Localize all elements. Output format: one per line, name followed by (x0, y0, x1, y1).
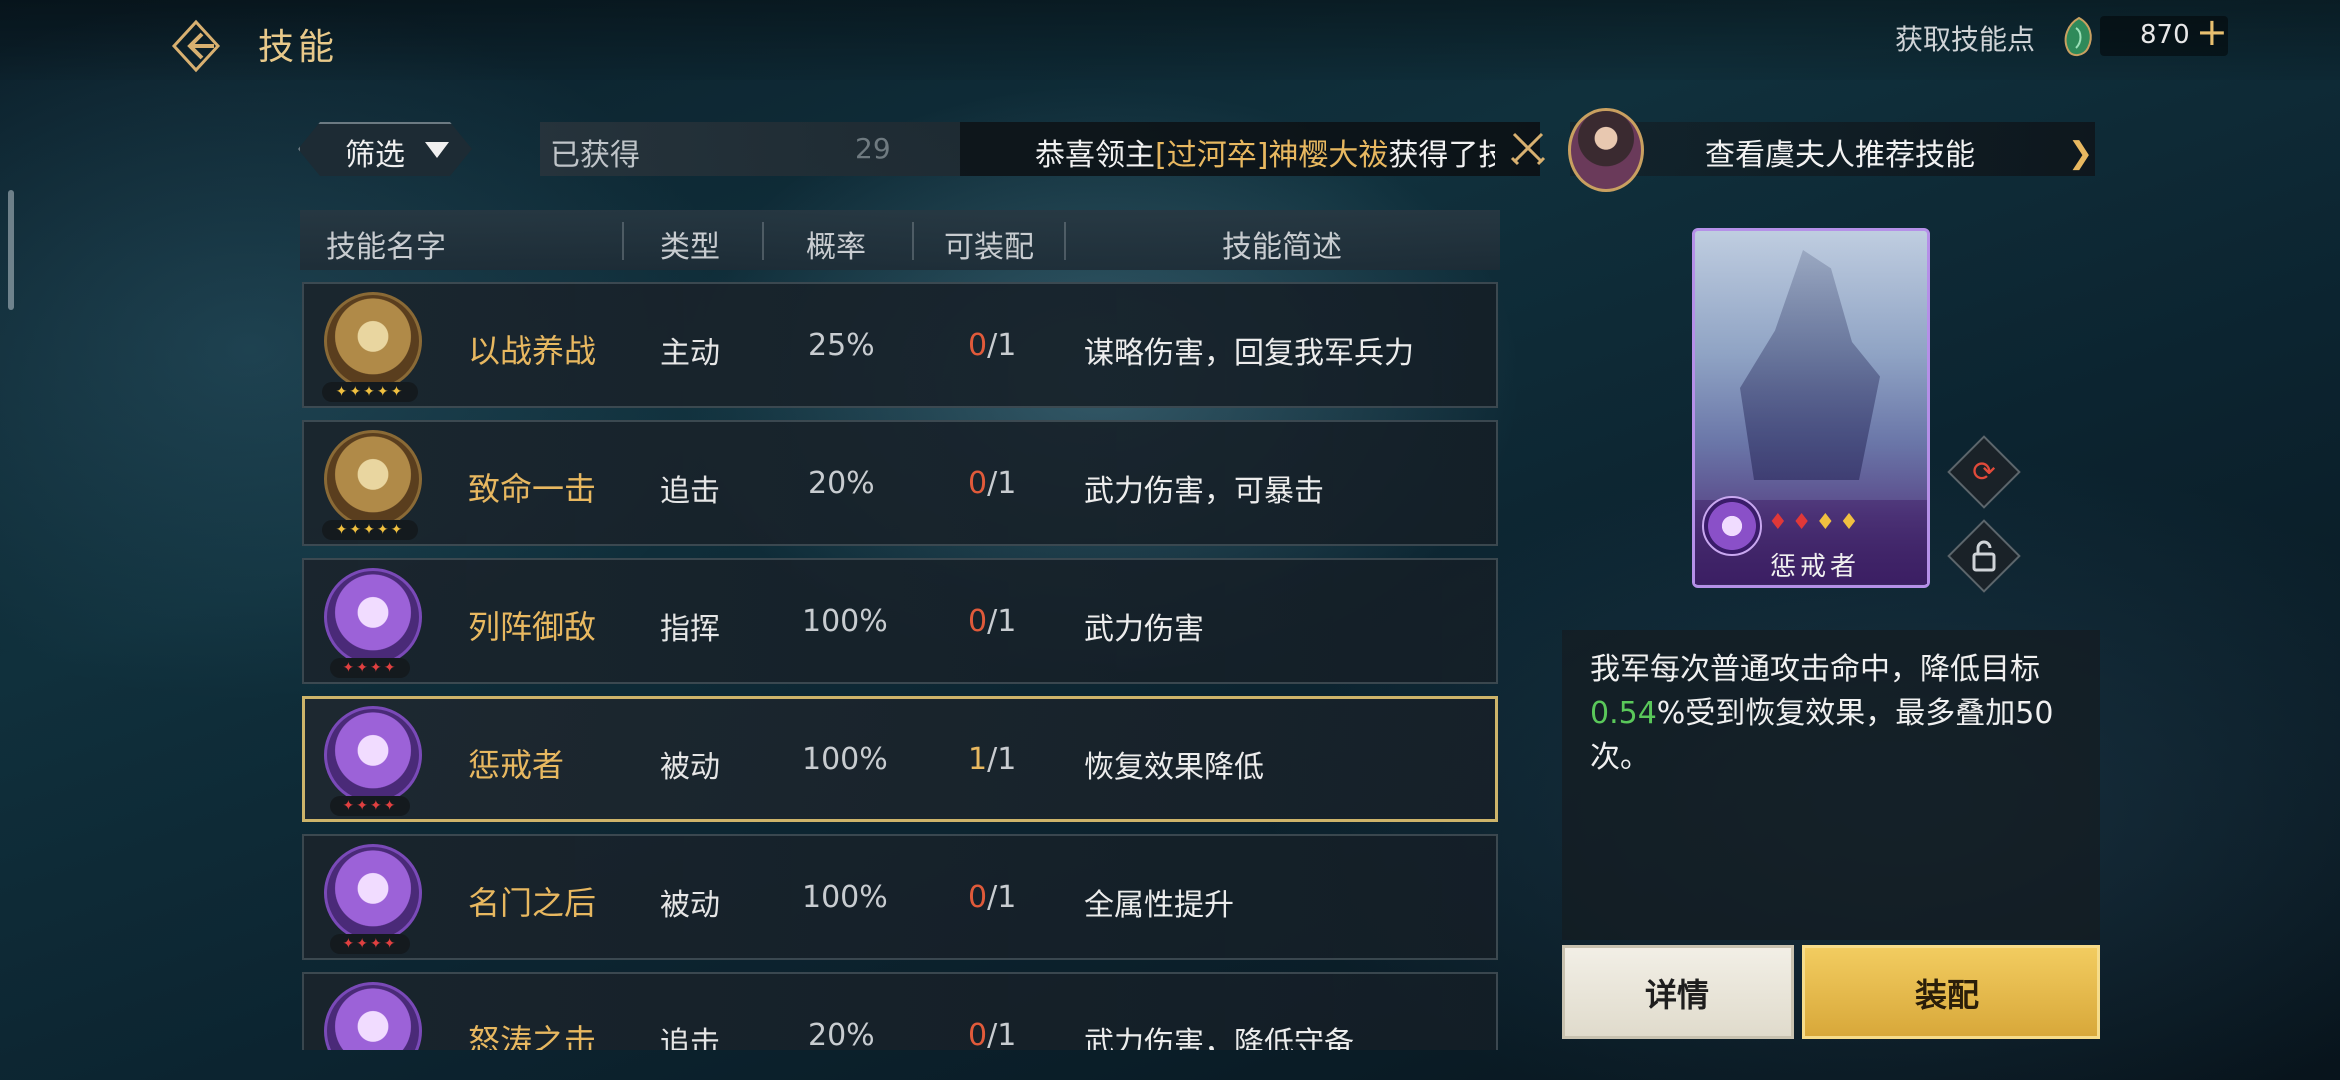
skill-type: 被动 (660, 888, 720, 923)
col-rate-header: 概率 (806, 230, 866, 265)
table-row-clip: 怒涛之击 追击 20% 0/1 武力伤害，降低守备 (302, 972, 1498, 1050)
col-type-header: 类型 (660, 230, 720, 265)
equip-count: 1/1 (968, 742, 1017, 777)
star-rating: ✦✦✦✦ (330, 796, 410, 816)
skill-type: 被动 (660, 750, 720, 785)
recommend-label[interactable]: 查看虞夫人推荐技能 (1705, 130, 1975, 174)
skill-points-value: 870 (2140, 20, 2190, 50)
col-name-header: 技能名字 (326, 230, 446, 265)
skill-points-label[interactable]: 获取技能点 (1895, 18, 2035, 58)
skill-description: 我军每次普通攻击命中，降低目标 0.54%受到恢复效果，最多叠加50次。 (1590, 652, 2054, 775)
filter-label: 筛选 (345, 138, 405, 173)
skill-archer-icon (324, 430, 422, 528)
skill-fist-icon (324, 706, 422, 804)
skill-summary: 全属性提升 (1084, 888, 1234, 923)
skill-fist-icon (1702, 496, 1762, 556)
back-arrow-icon[interactable] (168, 18, 224, 74)
advisor-avatar (1568, 108, 1644, 192)
skill-rate: 25% (808, 328, 875, 363)
star-rating: ✦✦✦✦✦ (322, 382, 418, 402)
chevron-right-icon: ❯ (2068, 136, 2094, 171)
skill-rate: 20% (808, 466, 875, 501)
announcement-text: 恭喜领主[过河卒]神樱大祓获得了技 (1035, 138, 1495, 173)
skill-name: 以战养战 (468, 332, 597, 370)
star-rating: ✦✦✦✦ (330, 934, 410, 954)
equip-count: 0/1 (968, 328, 1017, 363)
equip-count: 0/1 (968, 880, 1017, 915)
skill-name: 怒涛之击 (468, 1022, 597, 1050)
column-divider (1064, 222, 1066, 260)
skill-name: 名门之后 (468, 884, 597, 922)
card-skill-name: 惩戒者 (1770, 552, 1861, 582)
skill-rate: 20% (808, 1018, 875, 1050)
jade-icon (2062, 16, 2096, 58)
skill-summary: 谋略伤害，回复我军兵力 (1084, 336, 1414, 371)
skill-name: 列阵御敌 (468, 608, 597, 646)
skill-rate: 100% (802, 880, 888, 915)
obtained-label: 已获得 (550, 138, 640, 173)
crossed-swords-icon (1508, 128, 1548, 168)
col-equip-header: 可装配 (944, 230, 1034, 265)
skill-summary: 武力伤害 (1084, 612, 1204, 647)
triangle-down-icon (425, 142, 449, 158)
skill-type: 追击 (660, 1026, 720, 1050)
skill-name: 惩戒者 (468, 746, 565, 784)
page-title: 技能 (258, 27, 339, 68)
skill-type: 主动 (660, 336, 720, 371)
col-desc-header: 技能简述 (1222, 230, 1342, 265)
skill-name: 致命一击 (468, 470, 597, 508)
skill-type: 指挥 (660, 612, 720, 647)
equip-button-label: 装配 (1915, 976, 1980, 1014)
equip-count: 0/1 (968, 466, 1017, 501)
obtained-count: 29 (855, 132, 891, 165)
column-divider (912, 222, 914, 260)
card-star-rating: ♦♦♦♦ (1768, 510, 1863, 535)
skill-rate: 100% (802, 604, 888, 639)
skill-type: 追击 (660, 474, 720, 509)
equip-count: 0/1 (968, 604, 1017, 639)
details-button-label: 详情 (1645, 976, 1710, 1014)
star-rating: ✦✦✦✦ (330, 658, 410, 678)
skill-summary: 武力伤害，可暴击 (1084, 474, 1324, 509)
equip-count: 0/1 (968, 1018, 1017, 1050)
column-divider (622, 222, 624, 260)
skill-sword-icon (324, 292, 422, 390)
refresh-icon: ⟳ (1972, 455, 1996, 488)
unlock-icon (1958, 530, 2010, 582)
side-scrollbar[interactable] (8, 190, 14, 310)
skill-summary: 武力伤害，降低守备 (1084, 1026, 1354, 1050)
skill-rate: 100% (802, 742, 888, 777)
column-divider (762, 222, 764, 260)
star-rating: ✦✦✦✦✦ (322, 520, 418, 540)
skill-armor-icon (324, 844, 422, 942)
skill-shield-icon (324, 568, 422, 666)
add-points-button[interactable]: + (2196, 12, 2228, 52)
skill-summary: 恢复效果降低 (1084, 750, 1264, 785)
